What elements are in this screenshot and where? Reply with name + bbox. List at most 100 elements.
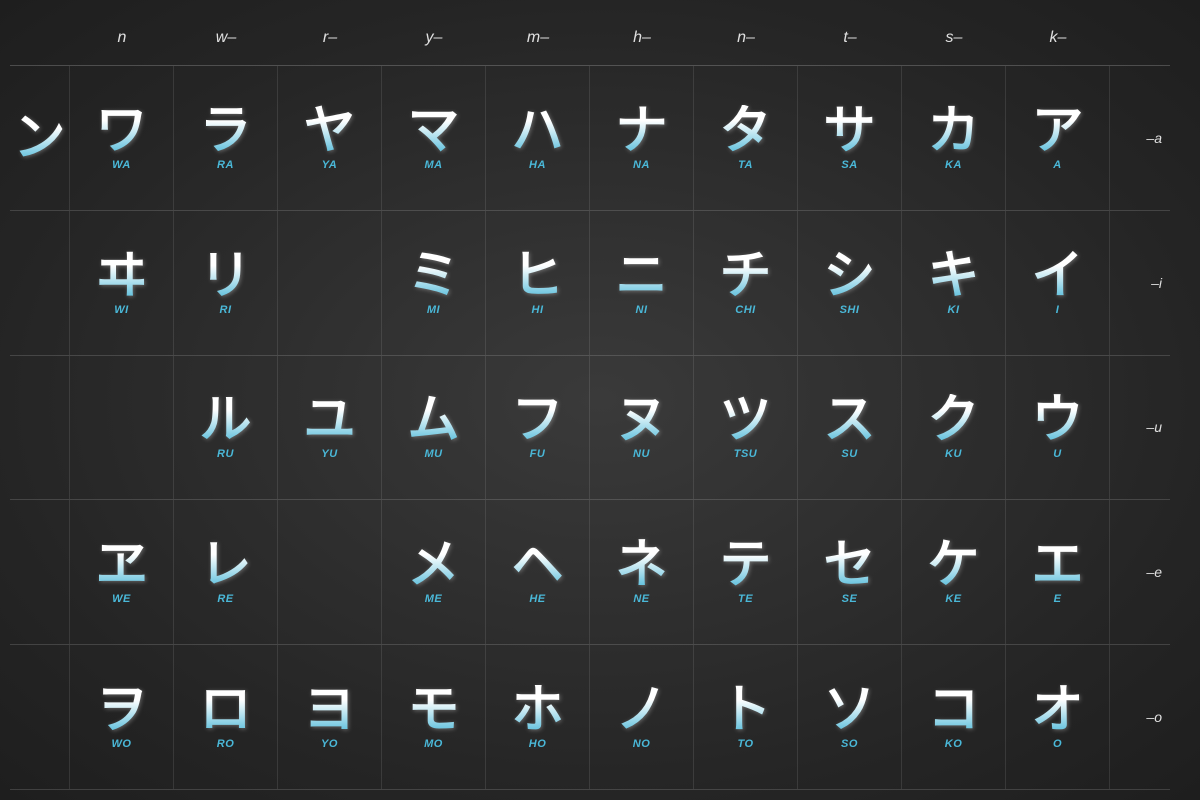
roman-wo: WO <box>112 738 132 750</box>
cell-ru: ル RU <box>174 356 278 500</box>
cell-mo: モ MO <box>382 645 486 789</box>
char-wo: ヲ <box>95 684 147 736</box>
header-m: m– <box>486 29 590 47</box>
roman-we: WE <box>112 593 131 605</box>
char-ku: ク <box>927 394 979 446</box>
roman-ru: RU <box>217 448 234 460</box>
char-me: メ <box>407 539 459 591</box>
char-so: ソ <box>823 684 875 736</box>
char-to: ト <box>719 684 771 736</box>
roman-ni: NI <box>636 304 648 316</box>
cell-na: ナ NA <box>590 66 694 210</box>
roman-te: TE <box>738 593 753 605</box>
cell-a: ア A <box>1006 66 1110 210</box>
char-yu: ユ <box>303 394 355 446</box>
char-nu: ヌ <box>615 394 667 446</box>
roman-sa: SA <box>841 159 857 171</box>
cell-shi: シ SHI <box>798 211 902 355</box>
cell-fu: フ FU <box>486 356 590 500</box>
roman-to: TO <box>737 738 753 750</box>
roman-yu: YU <box>321 448 337 460</box>
grid-body: ン ワ WA ラ RA ヤ YA マ MA ハ HA ナ <box>10 65 1170 790</box>
cell-hi: ヒ HI <box>486 211 590 355</box>
char-ki: キ <box>927 250 979 302</box>
header-n2: n– <box>694 29 798 47</box>
roman-ri: RI <box>220 304 232 316</box>
cell-ra: ラ RA <box>174 66 278 210</box>
char-u: ウ <box>1031 394 1083 446</box>
char-shi: シ <box>823 250 875 302</box>
char-ko: コ <box>927 684 979 736</box>
cell-mi: ミ MI <box>382 211 486 355</box>
cell-ro: ロ RO <box>174 645 278 789</box>
char-ne: ネ <box>615 539 667 591</box>
cell-to: ト TO <box>694 645 798 789</box>
cell-nu: ヌ NU <box>590 356 694 500</box>
char-ka: カ <box>927 105 979 157</box>
header-row: n w– r– y– m– h– n– t– s– k– <box>10 10 1170 65</box>
roman-shi: SHI <box>840 304 860 316</box>
cell-empty-u0 <box>10 356 70 500</box>
roman-ro: RO <box>217 738 235 750</box>
char-mu: ム <box>407 394 459 446</box>
roman-mu: MU <box>424 448 442 460</box>
header-r: r– <box>278 29 382 47</box>
row-o: ヲ WO ロ RO ヨ YO モ MO ホ HO ノ NO <box>10 645 1170 790</box>
char-re: レ <box>199 539 251 591</box>
row-e: ヱ WE レ RE メ ME ヘ HE ネ NE テ TE <box>10 500 1170 645</box>
char-n: ン <box>13 112 65 164</box>
roman-wa: WA <box>112 159 131 171</box>
cell-yu: ユ YU <box>278 356 382 500</box>
roman-mi: MI <box>427 304 440 316</box>
cell-ke: ケ KE <box>902 500 1006 644</box>
char-we: ヱ <box>95 539 147 591</box>
header-s: s– <box>902 29 1006 47</box>
roman-ne: NE <box>633 593 649 605</box>
char-o: オ <box>1031 684 1083 736</box>
cell-so: ソ SO <box>798 645 902 789</box>
roman-su: SU <box>841 448 857 460</box>
roman-ma: MA <box>424 159 442 171</box>
header-n: n <box>70 29 174 47</box>
roman-re: RE <box>217 593 233 605</box>
char-ru: ル <box>199 394 251 446</box>
cell-empty-i0 <box>10 211 70 355</box>
row-i: ヰ WI リ RI ミ MI ヒ HI ニ NI チ CHI <box>10 211 1170 356</box>
roman-ho: HO <box>529 738 547 750</box>
label-i: –i <box>1110 211 1170 355</box>
cell-ne: ネ NE <box>590 500 694 644</box>
header-h: h– <box>590 29 694 47</box>
cell-empty-e0 <box>10 500 70 644</box>
cell-ri: リ RI <box>174 211 278 355</box>
roman-ha: HA <box>529 159 546 171</box>
char-tsu: ツ <box>719 394 771 446</box>
cell-u: ウ U <box>1006 356 1110 500</box>
roman-ta: TA <box>738 159 753 171</box>
cell-e: エ E <box>1006 500 1110 644</box>
cell-empty-o0 <box>10 645 70 789</box>
char-ya: ヤ <box>303 105 355 157</box>
char-wi: ヰ <box>95 250 147 302</box>
char-ta: タ <box>719 105 771 157</box>
char-te: テ <box>719 539 771 591</box>
char-wa: ワ <box>95 105 147 157</box>
char-ni: ニ <box>615 250 667 302</box>
char-su: ス <box>823 394 875 446</box>
cell-ki: キ KI <box>902 211 1006 355</box>
char-ho: ホ <box>511 684 563 736</box>
char-na: ナ <box>615 105 667 157</box>
char-ke: ケ <box>927 539 979 591</box>
cell-ka: カ KA <box>902 66 1006 210</box>
row-u: ル RU ユ YU ム MU フ FU ヌ NU ツ TSU <box>10 356 1170 501</box>
roman-so: SO <box>841 738 858 750</box>
char-ra: ラ <box>199 105 251 157</box>
roman-mo: MO <box>424 738 443 750</box>
cell-ha: ハ HA <box>486 66 590 210</box>
char-yo: ヨ <box>303 684 355 736</box>
label-e: –e <box>1110 500 1170 644</box>
char-a: ア <box>1031 105 1083 157</box>
char-sa: サ <box>823 105 875 157</box>
header-w: w– <box>174 29 278 47</box>
cell-he: ヘ HE <box>486 500 590 644</box>
cell-ya: ヤ YA <box>278 66 382 210</box>
